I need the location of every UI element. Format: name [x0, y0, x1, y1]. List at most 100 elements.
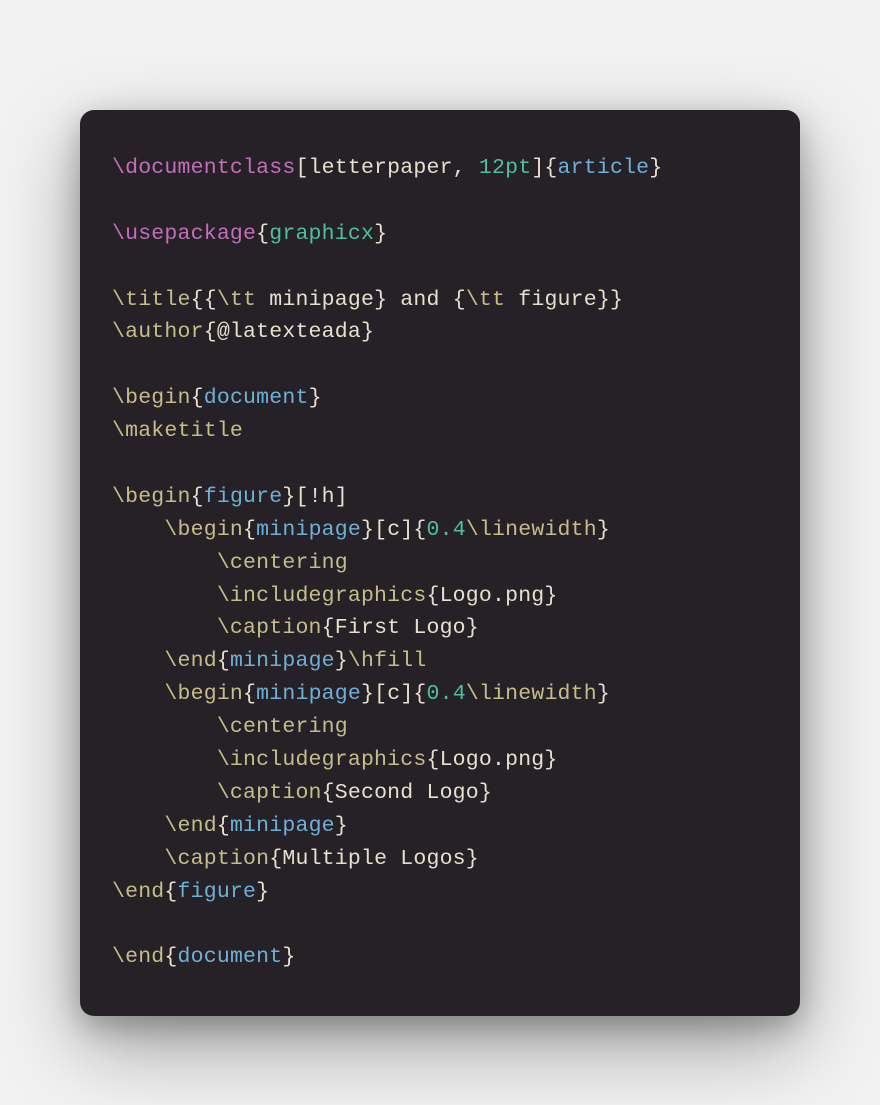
- cmd-caption: \caption: [164, 847, 269, 871]
- env-minipage: minipage: [230, 649, 335, 673]
- punc: ,: [453, 156, 479, 180]
- class-article: article: [558, 156, 650, 180]
- author-value: @latexteada: [217, 320, 361, 344]
- punc: }: [466, 847, 479, 871]
- punc: ]{: [531, 156, 557, 180]
- punc: {: [191, 386, 204, 410]
- cmd-begin: \begin: [164, 518, 243, 542]
- cmd-documentclass: \documentclass: [112, 156, 295, 180]
- cmd-end: \end: [112, 945, 164, 969]
- punc: }: [309, 386, 322, 410]
- punc: }: [544, 748, 557, 772]
- indent: [112, 781, 217, 805]
- indent: [112, 715, 217, 739]
- cmd-title: \title: [112, 288, 191, 312]
- graphic-file: Logo.png: [440, 748, 545, 772]
- punc: {: [204, 320, 217, 344]
- cmd-end: \end: [112, 880, 164, 904]
- env-figure: figure: [204, 485, 283, 509]
- punc: {: [322, 781, 335, 805]
- cmd-author: \author: [112, 320, 204, 344]
- env-figure: figure: [178, 880, 257, 904]
- indent: [112, 814, 164, 838]
- punc: ]: [335, 485, 348, 509]
- cmd-centering: \centering: [217, 551, 348, 575]
- cmd-begin: \begin: [112, 386, 191, 410]
- latex-code-block: \documentclass[letterpaper, 12pt]{articl…: [112, 152, 768, 974]
- punc: }[: [361, 682, 387, 706]
- punc: }: [335, 649, 348, 673]
- indent: [112, 551, 217, 575]
- indent: [112, 682, 164, 706]
- cmd-begin: \begin: [112, 485, 191, 509]
- punc: }: [374, 222, 387, 246]
- title-arg-1: minipage: [269, 288, 374, 312]
- caption-text: First Logo: [335, 616, 466, 640]
- punc: {: [164, 945, 177, 969]
- punc: {: [191, 485, 204, 509]
- space: [256, 288, 269, 312]
- cmd-end: \end: [164, 649, 216, 673]
- punc: } and {: [374, 288, 466, 312]
- punc: }: [466, 616, 479, 640]
- page-background: \documentclass[letterpaper, 12pt]{articl…: [0, 0, 880, 1105]
- punc: }}: [597, 288, 623, 312]
- env-minipage: minipage: [256, 518, 361, 542]
- punc: {: [243, 518, 256, 542]
- punc: }: [479, 781, 492, 805]
- graphic-file: Logo.png: [440, 584, 545, 608]
- space: [505, 288, 518, 312]
- punc: }: [597, 682, 610, 706]
- punc: ]{: [400, 518, 426, 542]
- indent: [112, 616, 217, 640]
- cmd-usepackage: \usepackage: [112, 222, 256, 246]
- cmd-end: \end: [164, 814, 216, 838]
- cmd-maketitle: \maketitle: [112, 419, 243, 443]
- caption-text: Second Logo: [335, 781, 479, 805]
- indent: [112, 649, 164, 673]
- punc: {: [243, 682, 256, 706]
- indent: [112, 748, 217, 772]
- num: 0.4: [427, 682, 466, 706]
- cmd-tt: \tt: [466, 288, 505, 312]
- punc: {: [426, 584, 439, 608]
- punc: {: [217, 649, 230, 673]
- punc: }: [649, 156, 662, 180]
- cmd-begin: \begin: [164, 682, 243, 706]
- indent: [112, 584, 217, 608]
- punc: }: [361, 320, 374, 344]
- opt-12pt: 12pt: [479, 156, 531, 180]
- punc: }: [544, 584, 557, 608]
- punc: {: [322, 616, 335, 640]
- cmd-includegraphics: \includegraphics: [217, 584, 427, 608]
- caption-text: Multiple Logos: [282, 847, 465, 871]
- cmd-hfill: \hfill: [348, 649, 427, 673]
- punc: {: [426, 748, 439, 772]
- punc: }: [335, 814, 348, 838]
- punc: }[: [361, 518, 387, 542]
- punc: {: [269, 847, 282, 871]
- code-card: \documentclass[letterpaper, 12pt]{articl…: [80, 110, 800, 1016]
- punc: {: [164, 880, 177, 904]
- cmd-linewidth: \linewidth: [466, 682, 597, 706]
- punc: }[: [282, 485, 308, 509]
- punc: ]{: [400, 682, 426, 706]
- indent: [112, 847, 164, 871]
- env-minipage: minipage: [256, 682, 361, 706]
- figure-placement: !h: [309, 485, 335, 509]
- punc: }: [256, 880, 269, 904]
- num: 0.4: [427, 518, 466, 542]
- punc: }: [597, 518, 610, 542]
- punc: {{: [191, 288, 217, 312]
- minipage-align: c: [387, 518, 400, 542]
- env-minipage: minipage: [230, 814, 335, 838]
- cmd-linewidth: \linewidth: [466, 518, 597, 542]
- punc: }: [282, 945, 295, 969]
- env-document: document: [178, 945, 283, 969]
- cmd-centering: \centering: [217, 715, 348, 739]
- cmd-caption: \caption: [217, 616, 322, 640]
- pkg-graphicx: graphicx: [269, 222, 374, 246]
- punc: {: [217, 814, 230, 838]
- cmd-caption: \caption: [217, 781, 322, 805]
- minipage-align: c: [387, 682, 400, 706]
